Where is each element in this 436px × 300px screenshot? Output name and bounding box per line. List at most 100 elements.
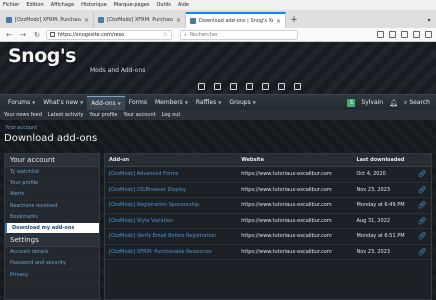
sidebar-icon[interactable] — [389, 31, 396, 38]
lock-icon — [50, 32, 55, 37]
nav-forms[interactable]: Forms — [125, 96, 151, 110]
menu-view[interactable]: Affichage — [51, 2, 75, 8]
addon-link[interactable]: [OzzModz] Registration Sponsorship — [105, 202, 238, 208]
username-link[interactable]: Sylvain — [361, 99, 383, 106]
subnav-latest-activity[interactable]: Latest activity — [48, 112, 83, 118]
menu-edit[interactable]: Edition — [26, 2, 43, 8]
settings-icon[interactable] — [246, 83, 253, 90]
sidebar-item-download-addons[interactable]: Download my add-ons — [5, 222, 99, 235]
link-icon[interactable]: 🔗︎ — [418, 232, 427, 240]
chevron-down-icon[interactable]: ▼ — [218, 100, 221, 105]
addon-link[interactable]: [OzzModz] Style Variation — [105, 218, 238, 224]
link-icon[interactable]: 🔗︎ — [418, 248, 427, 256]
nav-add-ons[interactable]: Add-ons ▼ — [87, 95, 125, 110]
addon-link[interactable]: [OzzModz] OS/Browser Display — [105, 187, 238, 193]
table-row: [OzzModz] Verify Email Before Registrati… — [105, 229, 431, 245]
account-icon[interactable] — [401, 31, 408, 38]
nav-whats-new[interactable]: What's new ▼ — [39, 96, 87, 110]
nav-groups[interactable]: Groups ▼ — [225, 96, 259, 110]
menu-file[interactable]: Fichier — [3, 2, 19, 8]
breadcrumb[interactable]: Your account — [5, 125, 37, 131]
nav-raffles[interactable]: Raffles ▼ — [192, 96, 225, 110]
sidebar-item-profile[interactable]: Your profile — [5, 178, 99, 190]
website-cell: https://www.tutoriaux-excalibur.com — [241, 233, 332, 240]
chevron-down-icon[interactable]: ▾ — [422, 12, 436, 28]
forward-icon[interactable]: → — [18, 30, 28, 40]
nav-forums[interactable]: Forums ▼ — [4, 96, 39, 110]
page-title: Download add-ons — [4, 133, 98, 144]
address-bar[interactable]: https://snogssite.com/reso ☆ — [46, 29, 172, 40]
close-icon[interactable]: × — [176, 17, 181, 24]
star-icon[interactable]: ☆ — [163, 31, 168, 38]
sidebar-item-bookmarks[interactable]: Bookmarks — [5, 212, 99, 223]
chevron-down-icon[interactable]: ▼ — [118, 101, 121, 106]
date-cell: Monday at 6:51 PM — [356, 233, 405, 240]
subnav-log-out[interactable]: Log out — [162, 112, 181, 118]
reload-icon[interactable]: ↻ — [32, 30, 42, 40]
menu-bookmarks[interactable]: Marque-pages — [114, 2, 150, 8]
chevron-down-icon[interactable]: ▼ — [185, 100, 188, 105]
menu-icon[interactable] — [425, 31, 432, 38]
mail-icon[interactable] — [198, 83, 205, 90]
site-search-button[interactable]: ⌕ Search — [404, 99, 430, 107]
close-icon[interactable]: × — [276, 18, 281, 25]
sidebar-item-watchlist[interactable]: Ty watchlist — [5, 167, 99, 179]
link-icon[interactable] — [278, 83, 285, 90]
subnav-your-profile[interactable]: Your profile — [89, 112, 117, 118]
subnav-news-feed[interactable]: Your news feed — [4, 112, 42, 118]
table-row: [OzzModz] XFRM: Purchasable Resources ht… — [105, 245, 431, 260]
extensions-icon[interactable] — [413, 31, 420, 38]
sidebar-item-account-details[interactable]: Account details — [5, 247, 99, 259]
date-cell: Monday at 6:49 PM — [356, 202, 405, 209]
sidebar-item-reactions[interactable]: Reactions received — [5, 201, 99, 212]
date-cell: Nov 23, 2023 — [356, 186, 391, 193]
chevron-down-icon[interactable]: ▼ — [253, 100, 256, 105]
url-text: https://snogssite.com/reso — [58, 31, 125, 38]
table-row: [OzzModz] OS/Browser Display https://www… — [105, 183, 431, 198]
addon-link[interactable]: [OzzModz] Verify Email Before Registrati… — [105, 233, 238, 239]
link-icon[interactable]: 🔗︎ — [418, 201, 427, 209]
library-icon[interactable] — [377, 31, 384, 38]
link-icon[interactable]: 🔗︎ — [418, 170, 427, 178]
nav-members[interactable]: Members ▼ — [151, 96, 192, 110]
site-favicon-icon — [6, 17, 12, 23]
addon-link[interactable]: [OzzModz] XFRM: Purchasable Resources — [105, 249, 238, 255]
nav-label: Forms — [128, 99, 147, 106]
addon-link[interactable]: [OzzModz] Advanced Forms — [105, 171, 238, 177]
chevron-down-icon[interactable]: ▼ — [32, 100, 35, 105]
browser-search-input[interactable]: ⌕ Rechercher — [180, 29, 298, 40]
search-label: Search — [409, 99, 430, 106]
browser-tab[interactable]: [OzzModz] XFRM: Purchasable - × — [94, 12, 186, 28]
link-icon[interactable]: 🔗︎ — [418, 217, 427, 225]
list-icon[interactable] — [262, 83, 269, 90]
header-icon-bar — [198, 83, 301, 90]
website-cell: https://www.tutoriaux-excalibur.com — [241, 217, 332, 224]
browser-tab[interactable]: [OzzModz] XFRM: Purchasable - × — [2, 12, 94, 28]
sidebar-settings-heading: Settings — [5, 234, 99, 248]
nav-label: Raffles — [195, 99, 217, 106]
rss-icon[interactable] — [294, 83, 301, 90]
site-logo[interactable]: Snog's — [8, 45, 77, 67]
back-icon[interactable]: ← — [4, 30, 14, 40]
menu-history[interactable]: Historique — [81, 2, 107, 8]
close-icon[interactable]: × — [84, 17, 89, 24]
sidebar-item-privacy[interactable]: Privacy — [5, 270, 99, 281]
avatar[interactable]: S — [347, 98, 356, 107]
browser-tab-active[interactable]: Download add-ons | Snog's Xe × — [186, 12, 286, 28]
sidebar-item-alerts[interactable]: Alerts — [5, 189, 99, 201]
bell-icon[interactable]: 🔔︎ — [389, 99, 398, 107]
new-tab-icon[interactable]: + — [286, 12, 302, 28]
user-icon[interactable] — [230, 83, 237, 90]
nav-label: Forums — [8, 99, 31, 106]
sub-navigation: Your news feed Latest activity Your prof… — [0, 110, 436, 120]
browser-toolbar — [377, 31, 432, 38]
link-icon[interactable]: 🔗︎ — [418, 186, 427, 194]
menu-tools[interactable]: Outils — [156, 2, 170, 8]
chevron-down-icon[interactable]: ▼ — [80, 100, 83, 105]
menu-help[interactable]: Aide — [178, 2, 189, 8]
subnav-your-account[interactable]: Your account — [123, 112, 155, 118]
nav-label: Add-ons — [91, 99, 116, 107]
bell-icon[interactable] — [214, 83, 221, 90]
site-favicon-icon — [190, 18, 196, 24]
sidebar-item-password-security[interactable]: Password and security — [5, 258, 99, 270]
